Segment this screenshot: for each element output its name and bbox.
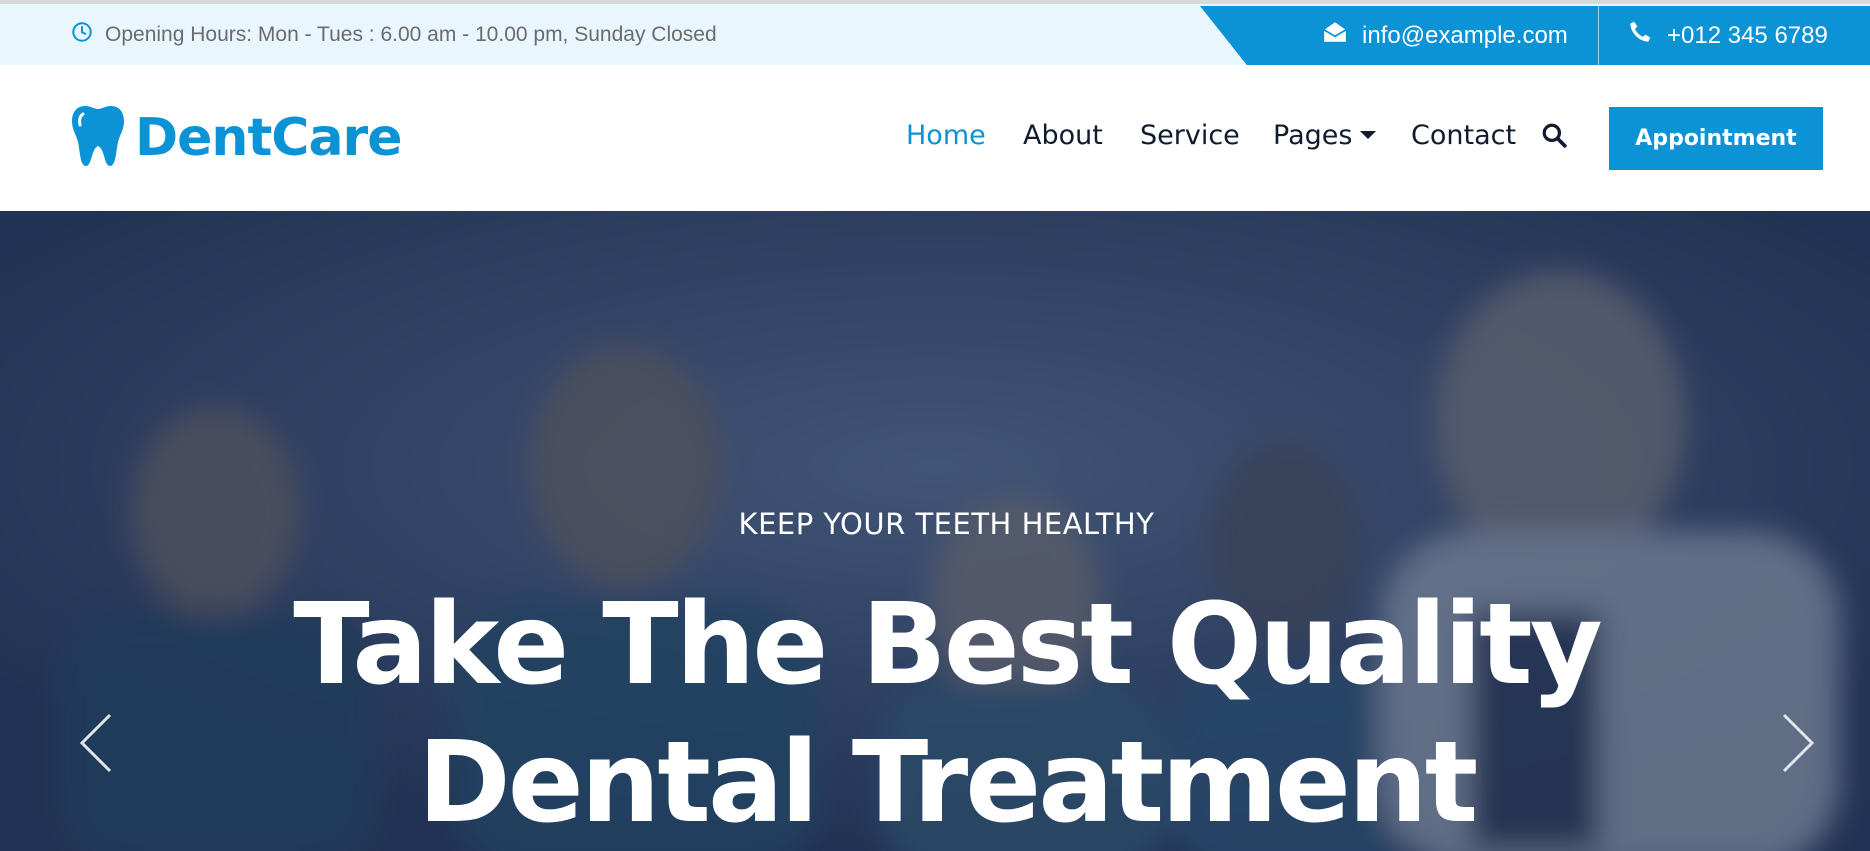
appointment-button[interactable]: Appointment <box>1609 107 1823 170</box>
phone-text: +012 345 6789 <box>1667 21 1828 49</box>
caret-down-icon <box>1360 131 1377 139</box>
brand-logo[interactable]: DentCare <box>71 103 402 173</box>
phone-link[interactable]: +012 345 6789 <box>1627 4 1828 67</box>
clock-icon <box>71 21 93 49</box>
hero-title-line2: Dental Treatment <box>417 718 1479 848</box>
hero-title: Take The Best Quality Dental Treatment <box>0 576 1870 851</box>
envelope-icon <box>1322 19 1348 52</box>
contact-divider <box>1598 6 1599 69</box>
hero-title-line1: Take The Best Quality <box>293 580 1602 710</box>
opening-hours-text: Opening Hours: Mon - Tues : 6.00 am - 10… <box>105 23 717 46</box>
opening-hours: Opening Hours: Mon - Tues : 6.00 am - 10… <box>71 20 717 50</box>
nav-home[interactable]: Home <box>906 115 986 155</box>
email-link[interactable]: info@example.com <box>1322 4 1568 67</box>
nav-contact[interactable]: Contact <box>1411 115 1516 155</box>
top-info-bar: Opening Hours: Mon - Tues : 6.00 am - 10… <box>0 0 1870 69</box>
nav-pages-dropdown[interactable]: Pages <box>1273 115 1377 155</box>
search-icon[interactable] <box>1541 122 1567 148</box>
hero-carousel: KEEP YOUR TEETH HEALTHY Take The Best Qu… <box>0 211 1870 851</box>
chevron-right-icon[interactable] <box>1778 711 1818 775</box>
main-navbar: DentCare Home About Service Pages Contac… <box>0 65 1870 211</box>
nav-pages-label: Pages <box>1273 119 1353 151</box>
chevron-left-icon[interactable] <box>76 711 116 775</box>
nav-about[interactable]: About <box>1023 115 1103 155</box>
brand-name: DentCare <box>135 108 402 168</box>
tooth-icon <box>71 104 125 172</box>
nav-service[interactable]: Service <box>1140 115 1240 155</box>
email-text: info@example.com <box>1362 21 1568 49</box>
phone-icon <box>1627 19 1653 52</box>
hero-kicker: KEEP YOUR TEETH HEALTHY <box>738 507 1155 541</box>
